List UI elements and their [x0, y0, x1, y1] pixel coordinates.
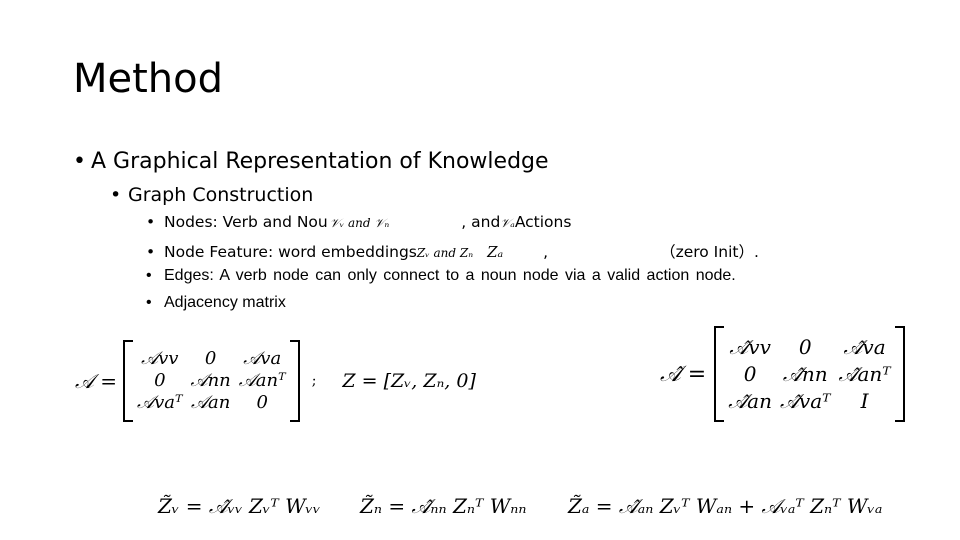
right-bracket	[289, 340, 300, 422]
update-equation-action: Z̃ₐ = 𝒜̂ₐₙ Zᵥᵀ Wₐₙ + 𝒜ᵥₐᵀ Zₙᵀ Wᵥₐ	[568, 494, 883, 518]
matrix-cell: 𝒜vv	[141, 348, 179, 369]
matrix-cell: 𝒜anᵀ	[238, 370, 286, 391]
node-feature-comma: ,	[543, 243, 549, 261]
matrix-cell: 𝒜nn	[190, 370, 231, 391]
z-definition: Z = [Zᵥ, Zₙ, 0]	[342, 370, 476, 392]
node-feature-math-za: Zₐ	[487, 243, 504, 261]
matrix-cell: 0	[743, 361, 757, 386]
matrix-ahat-lhs: 𝒜̂ =	[660, 361, 707, 387]
equation-separator: ;	[311, 373, 317, 389]
edges-text: Edges: A verb node can only connect to a…	[164, 267, 736, 284]
slide-title: Method	[73, 56, 224, 102]
node-feature-text: Node Feature: word embeddings	[164, 243, 417, 261]
nodes-math-va: 𝒱ₐ	[500, 216, 515, 230]
matrix-cell: 𝒜̂anᵀ	[838, 361, 891, 386]
nodes-actions-text: Actions	[514, 213, 572, 231]
matrix-cell: 𝒜̂vaᵀ	[779, 388, 831, 413]
node-feature-math-zv-zn: Zᵥ and Zₙ	[416, 246, 474, 260]
normalized-matrix-equation: 𝒜̂ = 𝒜̂vv 0 𝒜̂va 0 𝒜̂nn 𝒜̂anᵀ 𝒜̂an 𝒜̂vaᵀ…	[660, 326, 905, 422]
adjacency-matrix-equation: 𝒜 = 𝒜vv 0 𝒜va 0 𝒜nn 𝒜anᵀ 𝒜vaᵀ 𝒜an 0 ; Z …	[75, 340, 476, 422]
nodes-math-vv-vn: 𝒱ᵥ and 𝒱ₙ	[329, 216, 390, 230]
update-equation-noun: Z̃ₙ = 𝒜̂ₙₙ Zₙᵀ Wₙₙ	[360, 494, 527, 518]
matrix-cell: 𝒜̂vv	[729, 334, 771, 359]
matrix-cell: I	[860, 388, 869, 413]
nodes-and-text: , and	[461, 213, 501, 231]
nodes-text: Nodes: Verb and Nou	[164, 213, 328, 231]
bullet-dot: •	[146, 267, 152, 284]
matrix-ahat-grid: 𝒜̂vv 0 𝒜̂va 0 𝒜̂nn 𝒜̂anᵀ 𝒜̂an 𝒜̂vaᵀ I	[724, 332, 894, 417]
update-equation-verb: Z̃ᵥ = 𝒜̂ᵥᵥ Zᵥᵀ Wᵥᵥ	[158, 494, 321, 518]
matrix-cell: 𝒜va	[243, 348, 282, 369]
matrix-cell: 𝒜̂va	[843, 334, 886, 359]
matrix-cell: 𝒜an	[190, 392, 231, 413]
bullet-dot: •	[73, 149, 86, 174]
matrix-cell: 𝒜vaᵀ	[137, 392, 183, 413]
bullet-adjacency: • Adjacency matrix	[146, 294, 286, 312]
matrix-cell: 0	[204, 348, 217, 369]
bullet-level2-text: Graph Construction	[128, 184, 314, 206]
matrix-ahat: 𝒜̂vv 0 𝒜̂va 0 𝒜̂nn 𝒜̂anᵀ 𝒜̂an 𝒜̂vaᵀ I	[714, 326, 905, 422]
bullet-edges: • Edges: A verb node can only connect to …	[146, 267, 736, 285]
node-feature-zero-init: （zero Init）.	[660, 243, 759, 261]
bullet-level1: • A Graphical Representation of Knowledge	[73, 149, 549, 174]
bullet-nodes: • Nodes: Verb and Nou 𝒱ᵥ and 𝒱ₙ , and𝒱ₐActi…	[146, 213, 571, 231]
adjacency-text: Adjacency matrix	[164, 294, 286, 311]
matrix-cell: 0	[798, 334, 812, 359]
right-bracket	[894, 326, 905, 422]
matrix-a-lhs: 𝒜 =	[75, 369, 118, 393]
matrix-cell: 𝒜̂nn	[782, 361, 828, 386]
bullet-level2: • Graph Construction	[110, 184, 313, 206]
bullet-node-feature: • Node Feature: word embeddingsZᵥ and Zₙ Z…	[146, 240, 759, 262]
bullet-dot: •	[146, 294, 152, 311]
left-bracket	[714, 326, 725, 422]
bullet-dot: •	[146, 243, 156, 261]
matrix-a-grid: 𝒜vv 0 𝒜va 0 𝒜nn 𝒜anᵀ 𝒜vaᵀ 𝒜an 0	[133, 346, 290, 416]
bullet-dot: •	[110, 184, 122, 206]
matrix-cell: 0	[256, 392, 268, 413]
left-bracket	[123, 340, 134, 422]
matrix-a: 𝒜vv 0 𝒜va 0 𝒜nn 𝒜anᵀ 𝒜vaᵀ 𝒜an 0	[123, 340, 300, 422]
matrix-cell: 0	[154, 370, 166, 391]
matrix-cell: 𝒜̂an	[728, 388, 772, 413]
bullet-level1-text: A Graphical Representation of Knowledge	[91, 149, 549, 174]
bullet-dot: •	[146, 213, 156, 231]
